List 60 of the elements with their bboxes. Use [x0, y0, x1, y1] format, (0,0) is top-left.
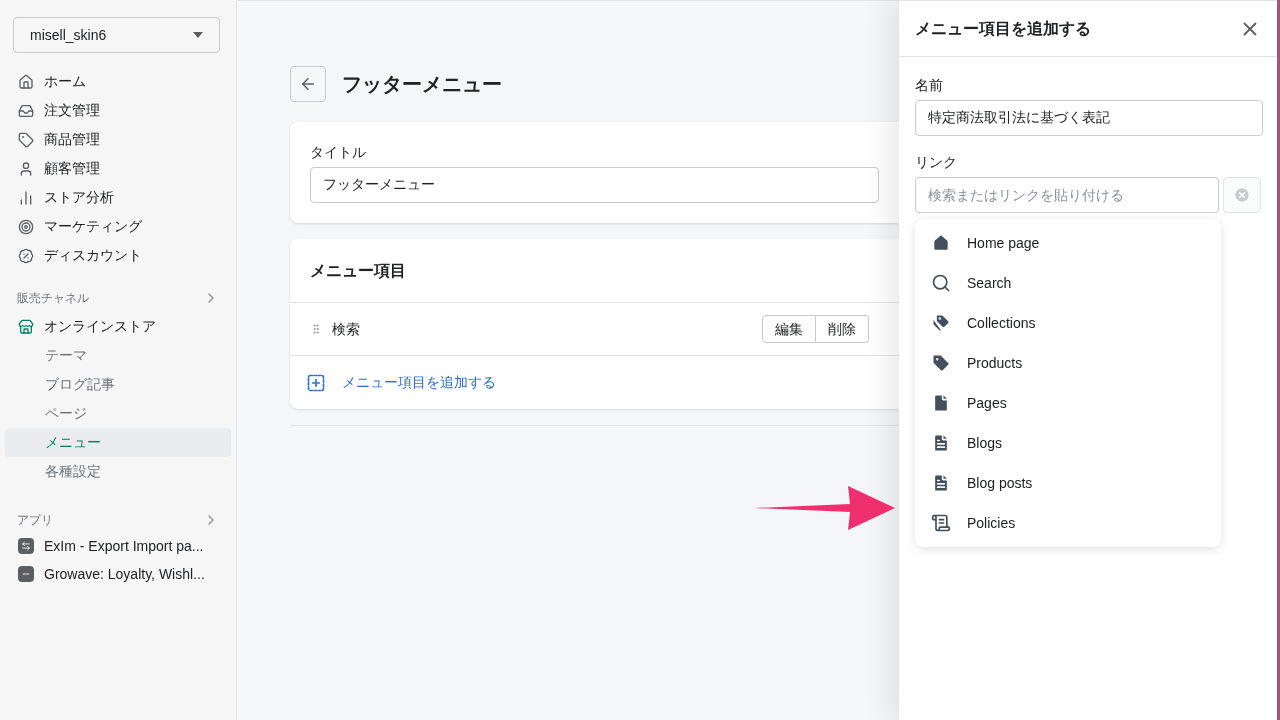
delete-button[interactable]: 削除 — [816, 315, 869, 343]
house-icon — [931, 233, 951, 253]
link-option[interactable]: Pages — [915, 383, 1221, 423]
clear-button[interactable] — [1223, 177, 1261, 213]
section-heading: アプリ — [17, 512, 53, 529]
back-button[interactable] — [290, 66, 326, 102]
target-icon — [18, 218, 34, 235]
store-selector[interactable]: misell_skin6 — [13, 17, 220, 53]
field-label: リンク — [915, 153, 958, 172]
percent-badge-icon — [18, 247, 34, 264]
link-option[interactable]: Search — [915, 263, 1221, 303]
link-option[interactable]: Products — [915, 343, 1221, 383]
tag-icon — [931, 353, 951, 373]
inbox-icon — [18, 102, 34, 119]
nav-item[interactable]: 商品管理 — [5, 125, 231, 154]
link-option[interactable]: Blog posts — [915, 463, 1221, 503]
subnav-item[interactable]: 各種設定 — [5, 457, 231, 486]
link-field[interactable]: 検索またはリンクを貼り付ける — [915, 177, 1220, 213]
nav-item[interactable]: ディスカウント — [5, 241, 231, 270]
caret-icon — [193, 32, 203, 38]
link-option[interactable]: Home page — [915, 223, 1221, 263]
house-icon — [18, 73, 34, 90]
nav-item[interactable]: マーケティング — [5, 212, 231, 241]
person-icon — [18, 160, 34, 177]
nav-item[interactable]: ストア分析 — [5, 183, 231, 212]
subnav-item[interactable]: ページ — [5, 399, 231, 428]
subnav-item[interactable]: テーマ — [5, 341, 231, 370]
name-field[interactable]: 特定商法取引法に基づく表記 — [915, 100, 1263, 136]
edit-button[interactable]: 編集 — [762, 315, 816, 343]
app-icon — [18, 538, 34, 554]
tags-icon — [931, 313, 951, 333]
bar-chart-icon — [18, 189, 34, 206]
nav-item[interactable]: ホーム — [5, 67, 231, 96]
app-icon — [18, 566, 34, 582]
link-option[interactable]: Collections — [915, 303, 1221, 343]
nav-item[interactable]: Growave: Loyalty, Wishl... — [5, 560, 231, 588]
add-square-icon — [306, 372, 326, 393]
link-option[interactable]: Policies — [915, 503, 1221, 543]
menu-item-label: 検索 — [332, 319, 361, 339]
card-heading: メニュー項目 — [290, 239, 899, 303]
subnav-item[interactable]: ブログ記事 — [5, 370, 231, 399]
title-field[interactable]: フッターメニュー — [310, 167, 879, 203]
nav-item[interactable]: 顧客管理 — [5, 154, 231, 183]
nav-item[interactable]: オンラインストア — [5, 312, 231, 341]
drag-handle-icon[interactable] — [310, 323, 322, 335]
store-icon — [18, 318, 34, 335]
field-label: タイトル — [310, 143, 367, 162]
link-option[interactable]: Blogs — [915, 423, 1221, 463]
clear-icon — [1233, 186, 1252, 204]
nav-item[interactable]: 注文管理 — [5, 96, 231, 125]
field-label: 名前 — [915, 76, 944, 95]
page-title: フッターメニュー — [342, 72, 502, 97]
section-heading: 販売チャネル — [17, 290, 89, 307]
nav-item[interactable]: ExIm - Export Import pa... — [5, 532, 231, 560]
subnav-item[interactable]: メニュー — [5, 428, 231, 457]
scroll-icon — [931, 513, 951, 533]
panel-title: メニュー項目を追加する — [915, 18, 1091, 39]
add-menu-item-link[interactable]: メニュー項目を追加する — [342, 372, 496, 393]
tag-icon — [18, 131, 34, 148]
search-icon — [931, 273, 951, 293]
